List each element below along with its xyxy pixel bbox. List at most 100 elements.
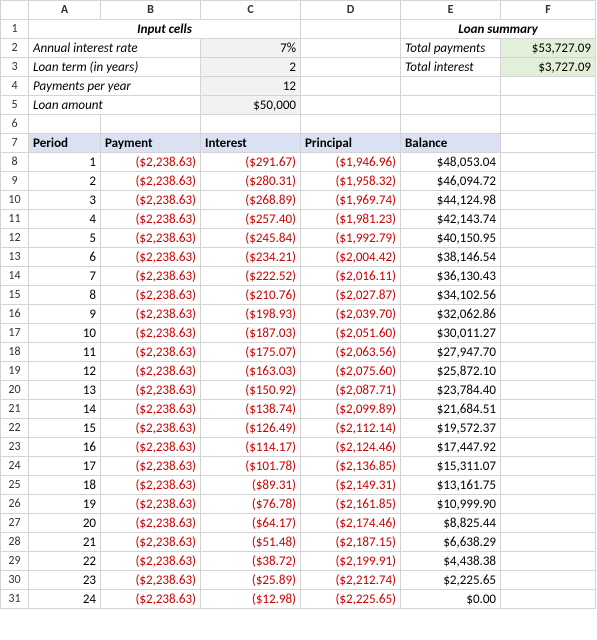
cell-payment[interactable]: ($2,238.63) xyxy=(101,533,201,552)
input-cells-title[interactable]: Input cells xyxy=(29,20,301,39)
cell-interest[interactable]: ($291.67) xyxy=(201,153,301,172)
cell-F10[interactable] xyxy=(501,191,596,210)
col-principal[interactable]: Principal xyxy=(301,134,401,153)
cell-interest[interactable]: ($175.07) xyxy=(201,343,301,362)
cell-interest[interactable]: ($210.76) xyxy=(201,286,301,305)
cell-interest[interactable]: ($198.93) xyxy=(201,305,301,324)
cell-principal[interactable]: ($2,027.87) xyxy=(301,286,401,305)
row-header-24[interactable]: 24 xyxy=(1,457,29,476)
cell-balance[interactable]: $13,161.75 xyxy=(401,476,501,495)
cell-balance[interactable]: $2,225.65 xyxy=(401,571,501,590)
cell-period[interactable]: 19 xyxy=(29,495,101,514)
cell-payment[interactable]: ($2,238.63) xyxy=(101,514,201,533)
cell-E5[interactable] xyxy=(401,96,501,115)
cell-F5[interactable] xyxy=(501,96,596,115)
cell-principal[interactable]: ($2,016.11) xyxy=(301,267,401,286)
cell-payment[interactable]: ($2,238.63) xyxy=(101,457,201,476)
cell-F7[interactable] xyxy=(501,134,596,153)
select-all-corner[interactable] xyxy=(1,1,29,20)
row-header-3[interactable]: 3 xyxy=(1,58,29,77)
cell-F6[interactable] xyxy=(501,115,596,134)
cell-principal[interactable]: ($2,124.46) xyxy=(301,438,401,457)
cell-period[interactable]: 6 xyxy=(29,248,101,267)
row-header-14[interactable]: 14 xyxy=(1,267,29,286)
row-header-1[interactable]: 1 xyxy=(1,20,29,39)
cell-interest[interactable]: ($126.49) xyxy=(201,419,301,438)
cell-payment[interactable]: ($2,238.63) xyxy=(101,191,201,210)
cell-interest[interactable]: ($114.17) xyxy=(201,438,301,457)
cell-period[interactable]: 1 xyxy=(29,153,101,172)
cell-F8[interactable] xyxy=(501,153,596,172)
cell-principal[interactable]: ($2,212.74) xyxy=(301,571,401,590)
cell-D2[interactable] xyxy=(301,39,401,58)
cell-interest[interactable]: ($101.78) xyxy=(201,457,301,476)
cell-D5[interactable] xyxy=(301,96,401,115)
row-header-21[interactable]: 21 xyxy=(1,400,29,419)
row-header-11[interactable]: 11 xyxy=(1,210,29,229)
row-header-31[interactable]: 31 xyxy=(1,590,29,609)
cell-principal[interactable]: ($2,136.85) xyxy=(301,457,401,476)
cell-F21[interactable] xyxy=(501,400,596,419)
cell-payment[interactable]: ($2,238.63) xyxy=(101,590,201,609)
col-header-F[interactable]: F xyxy=(501,1,596,20)
cell-principal[interactable]: ($2,199.91) xyxy=(301,552,401,571)
cell-balance[interactable]: $4,438.38 xyxy=(401,552,501,571)
cell-payment[interactable]: ($2,238.63) xyxy=(101,438,201,457)
cell-payment[interactable]: ($2,238.63) xyxy=(101,552,201,571)
cell-balance[interactable]: $34,102.56 xyxy=(401,286,501,305)
cell-period[interactable]: 12 xyxy=(29,362,101,381)
cell-period[interactable]: 24 xyxy=(29,590,101,609)
loan-summary-title[interactable]: Loan summary xyxy=(401,20,596,39)
cell-period[interactable]: 7 xyxy=(29,267,101,286)
cell-F14[interactable] xyxy=(501,267,596,286)
cell-interest[interactable]: ($187.03) xyxy=(201,324,301,343)
cell-interest[interactable]: ($222.52) xyxy=(201,267,301,286)
cell-D1[interactable] xyxy=(301,20,401,39)
row-header-4[interactable]: 4 xyxy=(1,77,29,96)
cell-F11[interactable] xyxy=(501,210,596,229)
row-header-19[interactable]: 19 xyxy=(1,362,29,381)
row-header-26[interactable]: 26 xyxy=(1,495,29,514)
cell-interest[interactable]: ($234.21) xyxy=(201,248,301,267)
col-header-B[interactable]: B xyxy=(101,1,201,20)
cell-principal[interactable]: ($1,992.79) xyxy=(301,229,401,248)
cell-F22[interactable] xyxy=(501,419,596,438)
row-header-27[interactable]: 27 xyxy=(1,514,29,533)
cell-interest[interactable]: ($38.72) xyxy=(201,552,301,571)
cell-period[interactable]: 14 xyxy=(29,400,101,419)
cell-principal[interactable]: ($2,225.65) xyxy=(301,590,401,609)
cell-interest[interactable]: ($12.98) xyxy=(201,590,301,609)
cell-payment[interactable]: ($2,238.63) xyxy=(101,381,201,400)
col-header-D[interactable]: D xyxy=(301,1,401,20)
cell-balance[interactable]: $30,011.27 xyxy=(401,324,501,343)
row-header-6[interactable]: 6 xyxy=(1,115,29,134)
cell-payment[interactable]: ($2,238.63) xyxy=(101,172,201,191)
row-header-9[interactable]: 9 xyxy=(1,172,29,191)
cell-F19[interactable] xyxy=(501,362,596,381)
cell-F23[interactable] xyxy=(501,438,596,457)
cell-F27[interactable] xyxy=(501,514,596,533)
cell-period[interactable]: 21 xyxy=(29,533,101,552)
row-header-23[interactable]: 23 xyxy=(1,438,29,457)
cell-C6[interactable] xyxy=(201,115,301,134)
cell-B6[interactable] xyxy=(101,115,201,134)
cell-payment[interactable]: ($2,238.63) xyxy=(101,324,201,343)
cell-interest[interactable]: ($257.40) xyxy=(201,210,301,229)
row-header-13[interactable]: 13 xyxy=(1,248,29,267)
row-header-25[interactable]: 25 xyxy=(1,476,29,495)
cell-principal[interactable]: ($2,149.31) xyxy=(301,476,401,495)
col-interest[interactable]: Interest xyxy=(201,134,301,153)
cell-balance[interactable]: $19,572.37 xyxy=(401,419,501,438)
input-loan-term[interactable]: 2 xyxy=(201,58,301,77)
row-header-16[interactable]: 16 xyxy=(1,305,29,324)
cell-balance[interactable]: $27,947.70 xyxy=(401,343,501,362)
cell-payment[interactable]: ($2,238.63) xyxy=(101,362,201,381)
cell-payment[interactable]: ($2,238.63) xyxy=(101,343,201,362)
cell-D4[interactable] xyxy=(301,77,401,96)
cell-balance[interactable]: $48,053.04 xyxy=(401,153,501,172)
cell-F12[interactable] xyxy=(501,229,596,248)
cell-F9[interactable] xyxy=(501,172,596,191)
cell-period[interactable]: 16 xyxy=(29,438,101,457)
cell-principal[interactable]: ($2,099.89) xyxy=(301,400,401,419)
cell-principal[interactable]: ($2,039.70) xyxy=(301,305,401,324)
